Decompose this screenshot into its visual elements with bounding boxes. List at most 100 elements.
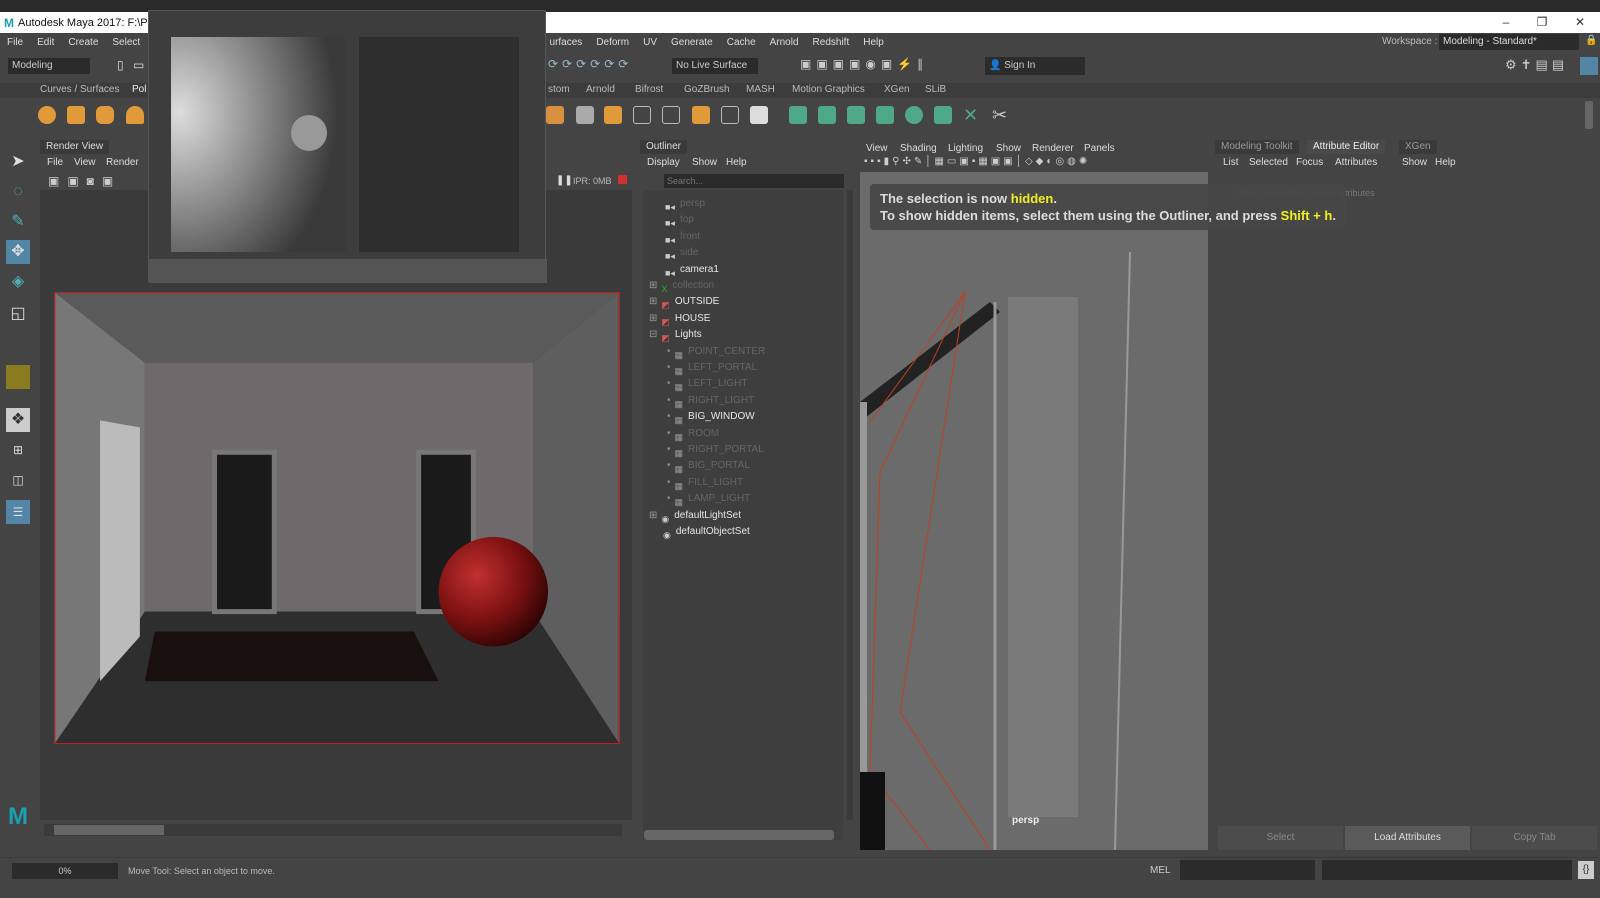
menu-help[interactable]: Help xyxy=(863,37,884,48)
outliner-item[interactable]: ■◂ side xyxy=(665,245,698,261)
extrude-icon[interactable] xyxy=(546,106,564,124)
outliner-item[interactable]: • ▦ ROOM xyxy=(667,426,719,442)
single-pane-layout-icon[interactable]: ❖ xyxy=(6,408,30,432)
tab-attribute-editor[interactable]: Attribute Editor xyxy=(1307,140,1386,154)
menu-uv[interactable]: UV xyxy=(643,37,657,48)
shelf-tab-curves[interactable]: Curves / Surfaces xyxy=(40,84,119,95)
uv-auto-icon[interactable] xyxy=(876,106,894,124)
render-view-tab[interactable]: Render View xyxy=(40,140,110,154)
mirror-icon[interactable] xyxy=(750,106,768,124)
new-scene-icon[interactable]: ▯ xyxy=(117,58,124,72)
shelf-tab-xgen[interactable]: XGen xyxy=(884,84,910,95)
render-menu-file[interactable]: File xyxy=(47,157,63,168)
poly-cone-icon[interactable] xyxy=(126,106,144,124)
menu-cache[interactable]: Cache xyxy=(727,37,756,48)
outliner-item[interactable]: ■◂ top xyxy=(665,212,694,228)
move-tool-icon[interactable]: ✥ xyxy=(6,240,30,264)
shelf-tab-motion-graphics[interactable]: Motion Graphics xyxy=(792,84,865,95)
shelf-tab-arnold[interactable]: Arnold xyxy=(586,84,615,95)
poly-cylinder-icon[interactable] xyxy=(96,106,114,124)
attr-menu-focus[interactable]: Focus xyxy=(1296,157,1323,168)
viewport-menu-shading[interactable]: Shading xyxy=(900,143,937,154)
outliner-item[interactable]: • ▦ BIG_WINDOW xyxy=(667,409,755,425)
expand-toggle-icon[interactable]: ⊟ xyxy=(649,327,657,343)
expand-toggle-icon[interactable]: ⊞ xyxy=(649,294,657,310)
attr-menu-list[interactable]: List xyxy=(1223,157,1239,168)
boolean-icon[interactable] xyxy=(721,106,739,124)
outliner-layout-icon[interactable]: ☰ xyxy=(6,500,30,524)
copy-tab-button[interactable]: Copy Tab xyxy=(1472,826,1597,850)
shelf-scroll[interactable] xyxy=(1585,101,1593,129)
outliner-item[interactable]: • ▦ BIG_PORTAL xyxy=(667,458,750,474)
separate-icon[interactable] xyxy=(662,106,680,124)
menu-edit[interactable]: Edit xyxy=(37,37,54,48)
expand-toggle-icon[interactable]: ⊞ xyxy=(649,508,657,524)
uv-spherical-icon[interactable] xyxy=(847,106,865,124)
mel-command-input[interactable] xyxy=(1180,860,1315,880)
workspace-dropdown[interactable]: Modeling - Standard* xyxy=(1439,34,1579,50)
menu-redshift[interactable]: Redshift xyxy=(813,37,850,48)
outliner-item[interactable]: ■◂ camera1 xyxy=(665,262,719,278)
restore-button[interactable]: ❐ xyxy=(1524,12,1560,33)
uv-unfold-icon[interactable] xyxy=(905,106,923,124)
viewport-menu-show[interactable]: Show xyxy=(996,143,1021,154)
sign-in-button[interactable]: 👤 Sign In xyxy=(985,57,1085,75)
menu-file[interactable]: File xyxy=(7,37,23,48)
attr-menu-selected[interactable]: Selected xyxy=(1249,157,1288,168)
outliner-menu-display[interactable]: Display xyxy=(647,157,680,168)
lock-icon[interactable]: 🔒 xyxy=(1585,35,1597,46)
outliner-item[interactable]: ⊞ ◩ OUTSIDE xyxy=(649,294,719,310)
open-scene-icon[interactable]: ▭ xyxy=(133,58,144,72)
pause-icon[interactable]: ❚❚ xyxy=(556,175,573,186)
uv-sew-icon[interactable]: ✂ xyxy=(992,106,1010,124)
outliner-item[interactable]: • ▦ FILL_LIGHT xyxy=(667,475,743,491)
menu-create[interactable]: Create xyxy=(68,37,98,48)
last-tool-icon[interactable] xyxy=(6,365,30,389)
poly-cube-icon[interactable] xyxy=(67,106,85,124)
viewport-canvas[interactable]: persp xyxy=(860,172,1208,850)
render-menu-view[interactable]: View xyxy=(74,157,96,168)
snap-icons[interactable]: ⟳⟳⟳⟳⟳⟳ xyxy=(548,57,632,71)
viewport-menu-lighting[interactable]: Lighting xyxy=(948,143,983,154)
shelf-tab-mash[interactable]: MASH xyxy=(746,84,775,95)
layout-icons[interactable]: ⚙✝▤▤ xyxy=(1505,57,1568,73)
stop-render-icon[interactable] xyxy=(618,175,627,184)
menu-surfaces[interactable]: urfaces xyxy=(550,37,583,48)
floating-preview-window[interactable] xyxy=(148,10,547,283)
select-button[interactable]: Select xyxy=(1218,826,1343,850)
outliner-item[interactable]: ⊞ ◉ defaultLightSet xyxy=(649,508,741,524)
load-attributes-button[interactable]: Load Attributes xyxy=(1345,826,1470,850)
outliner-tab[interactable]: Outliner xyxy=(640,140,688,154)
scale-tool-icon[interactable]: ◱ xyxy=(6,302,30,326)
outliner-item[interactable]: ⊞ Xcollection xyxy=(649,278,714,294)
select-tool-icon[interactable]: ➤ xyxy=(6,150,30,174)
outliner-item[interactable]: • ▦ RIGHT_PORTAL xyxy=(667,442,764,458)
menu-generate[interactable]: Generate xyxy=(671,37,713,48)
viewport-menu-renderer[interactable]: Renderer xyxy=(1032,143,1074,154)
lasso-tool-icon[interactable]: ◌ xyxy=(6,180,30,204)
bevel-icon[interactable] xyxy=(604,106,622,124)
poly-sphere-icon[interactable] xyxy=(38,106,56,124)
minimize-button[interactable]: – xyxy=(1488,12,1524,33)
two-pane-layout-icon[interactable]: ◫ xyxy=(6,468,30,492)
mel-label[interactable]: MEL xyxy=(1150,865,1171,876)
live-surface-field[interactable]: No Live Surface xyxy=(672,58,758,74)
attr-menu-show[interactable]: Show xyxy=(1402,157,1427,168)
menu-deform[interactable]: Deform xyxy=(596,37,629,48)
four-pane-layout-icon[interactable]: ⊞ xyxy=(6,438,30,462)
bridge-icon[interactable] xyxy=(576,106,594,124)
combine-icon[interactable] xyxy=(633,106,651,124)
render-icons[interactable]: ▣▣▣▣◉▣⚡∥ xyxy=(800,57,928,71)
shelf-tab-bifrost[interactable]: Bifrost xyxy=(635,84,663,95)
paint-select-tool-icon[interactable]: ✎ xyxy=(6,210,30,234)
shelf-tab-gozbrush[interactable]: GoZBrush xyxy=(684,84,730,95)
shelf-tab-slib[interactable]: SLiB xyxy=(925,84,946,95)
render-h-scrollbar[interactable] xyxy=(44,824,622,836)
uv-planar-icon[interactable] xyxy=(789,106,807,124)
outliner-h-scrollbar[interactable] xyxy=(644,830,834,840)
expand-toggle-icon[interactable]: ⊞ xyxy=(649,278,657,294)
outliner-item[interactable]: ⊞ ◩ HOUSE xyxy=(649,311,710,327)
menu-select[interactable]: Select xyxy=(112,37,140,48)
shelf-tab-poly[interactable]: Pol xyxy=(132,84,146,95)
outliner-menu-help[interactable]: Help xyxy=(726,157,747,168)
